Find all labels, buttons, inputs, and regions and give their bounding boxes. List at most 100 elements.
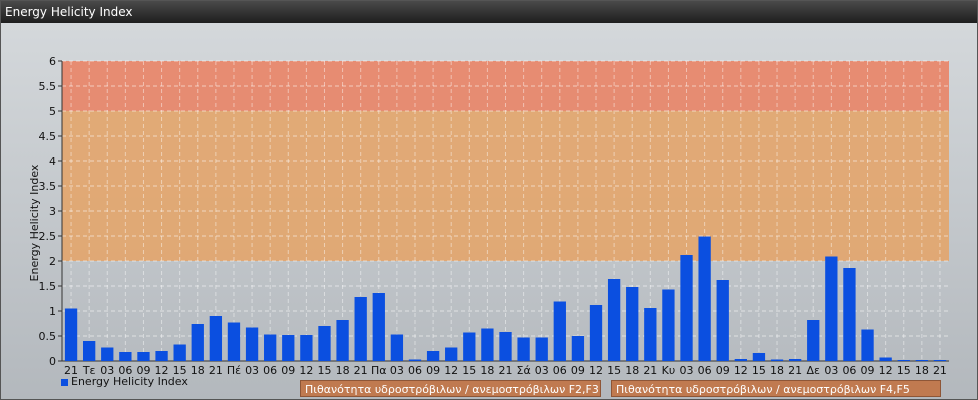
x-tick-label: 18 (336, 364, 350, 377)
y-tick-label: 0 (49, 355, 56, 368)
x-tick-label: 12 (734, 364, 748, 377)
y-tick-label: 1 (49, 305, 56, 318)
bar (318, 326, 331, 361)
bar (390, 334, 404, 361)
x-tick-label: 03 (680, 364, 694, 377)
bar (626, 287, 639, 361)
x-tick-label: 21 (643, 364, 657, 377)
bar (336, 320, 349, 361)
bar (843, 268, 856, 361)
y-tick-label: 4.5 (39, 130, 57, 143)
bar (644, 308, 657, 361)
bar (191, 324, 204, 361)
x-tick-label: 06 (263, 364, 277, 377)
x-tick-label: 21 (933, 364, 947, 377)
y-tick-label: 3 (49, 205, 56, 218)
bar (426, 351, 440, 361)
x-tick-label: 18 (625, 364, 639, 377)
x-tick-label: 21 (209, 364, 223, 377)
y-tick-label: 0.5 (39, 330, 57, 343)
x-tick-label: 03 (245, 364, 259, 377)
bar (408, 359, 422, 361)
x-tick-label: 15 (607, 364, 621, 377)
x-tick-label: 15 (317, 364, 331, 377)
x-tick-label: Πα (371, 364, 387, 377)
x-tick-label: 09 (571, 364, 585, 377)
legend-label: Energy Helicity Index (71, 375, 188, 388)
bar (788, 359, 802, 361)
x-tick-label: 15 (897, 364, 911, 377)
x-tick-label: 18 (191, 364, 205, 377)
x-tick-label: 21 (499, 364, 513, 377)
bar (463, 332, 476, 361)
x-tick-label: 03 (390, 364, 404, 377)
y-tick-label: 5.5 (39, 80, 57, 93)
x-tick-label: 06 (553, 364, 567, 377)
x-tick-label: 06 (698, 364, 712, 377)
x-tick-label: 12 (589, 364, 603, 377)
x-tick-label: 06 (842, 364, 856, 377)
x-tick-label: 12 (879, 364, 893, 377)
bar (807, 320, 820, 361)
bar (897, 360, 910, 361)
bar (825, 256, 838, 361)
bar (716, 280, 729, 361)
bar (209, 316, 223, 361)
bar (245, 327, 259, 361)
x-tick-label: 09 (716, 364, 730, 377)
legend: Energy Helicity Index (61, 375, 188, 388)
x-tick-label: 21 (788, 364, 802, 377)
bar (553, 301, 566, 361)
bar (499, 332, 512, 361)
bar (879, 357, 892, 361)
bar (300, 335, 313, 361)
y-tick-label: 4 (49, 155, 56, 168)
x-tick-label: 09 (426, 364, 440, 377)
x-tick-label: 12 (299, 364, 313, 377)
window-title: Energy Helicity Index (1, 1, 977, 23)
plot-area: 0 0.5 1 1.5 2 2.5 3 3.5 4 4.5 5 5.5 6 Energy Helicity… (1, 23, 977, 399)
x-tick-label: 12 (444, 364, 458, 377)
bar (445, 347, 458, 361)
x-tick-label: 09 (281, 364, 295, 377)
x-tick-label: 03 (824, 364, 838, 377)
bar (264, 334, 277, 361)
y-tick-label: 6 (49, 55, 56, 68)
bar (535, 337, 548, 361)
x-tick-label: 18 (770, 364, 784, 377)
y-tick-label: 5 (49, 105, 56, 118)
bar (227, 322, 241, 361)
x-tick-label: Πέ (227, 364, 241, 377)
bar (101, 347, 114, 361)
bar (173, 344, 186, 361)
ehi-chart: 0 0.5 1 1.5 2 2.5 3 3.5 4 4.5 5 5.5 6 Energy Helicity… (28, 55, 949, 377)
x-tick-label: 09 (861, 364, 875, 377)
bar (662, 289, 675, 361)
bar (372, 293, 385, 361)
x-tick-label: 21 (354, 364, 368, 377)
bar (137, 352, 150, 361)
legend-swatch (61, 378, 68, 386)
y-tick-label: 1.5 (39, 280, 57, 293)
x-tick-label: 15 (462, 364, 476, 377)
risk-label-f4-f5: Πιθανότητα υδροστρόβιλων / ανεμοστρόβιλω… (611, 380, 941, 397)
bar (752, 353, 766, 361)
bar (282, 335, 295, 361)
y-tick-label: 3.5 (39, 180, 57, 193)
bar (571, 336, 585, 361)
risk-label-f2-f3: Πιθανότητα υδροστρόβιλων / ανεμοστρόβιλω… (300, 380, 601, 397)
bar (607, 279, 621, 361)
bar (64, 308, 78, 361)
bar (517, 337, 530, 361)
bar (861, 329, 874, 361)
bar (680, 255, 693, 361)
bar (734, 359, 747, 361)
bar (481, 328, 494, 361)
bar (82, 341, 96, 361)
bar (589, 305, 603, 361)
x-tick-label: Δε (806, 364, 820, 377)
x-tick-label: 03 (535, 364, 549, 377)
x-tick-label: 06 (408, 364, 422, 377)
chart-panel: Energy Helicity Index 0 0.5 1 1.5 2 2.5 3 3.5 4 4… (0, 0, 978, 400)
x-tick-label: 18 (480, 364, 494, 377)
